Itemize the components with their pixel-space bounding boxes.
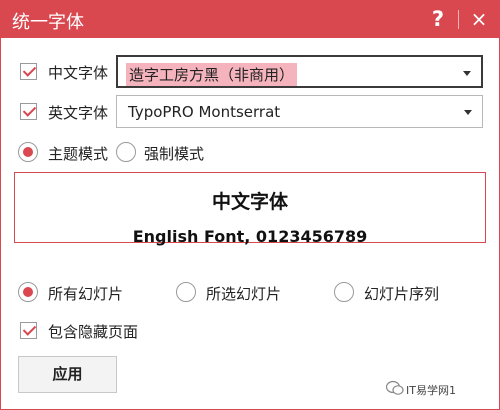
slide-sequence-radio[interactable]	[334, 282, 354, 302]
close-icon[interactable]: ×	[466, 4, 492, 34]
preview-english-text: English Font, 0123456789	[132, 227, 368, 246]
chevron-down-icon	[464, 110, 472, 115]
force-mode-radio[interactable]	[116, 142, 136, 162]
preview-chinese-text: 中文字体	[211, 191, 288, 213]
english-font-select[interactable]: TypoPRO Montserrat	[116, 95, 483, 128]
slide-sequence-label: 幻灯片序列	[364, 285, 440, 303]
all-slides-label: 所有幻灯片	[48, 285, 124, 303]
help-icon[interactable]: ?	[424, 4, 452, 34]
title-bar-divider	[458, 10, 459, 29]
include-hidden-checkbox[interactable]	[20, 322, 37, 339]
font-preview-box: 中文字体 English Font, 0123456789	[14, 172, 486, 246]
english-font-label: 英文字体	[48, 104, 109, 122]
include-hidden-label: 包含隐藏页面	[48, 323, 139, 341]
chinese-font-value: 造字工房方黑（非商用）	[126, 63, 298, 86]
english-font-value: TypoPRO Montserrat	[128, 103, 281, 121]
selected-slides-label: 所选幻灯片	[206, 285, 282, 303]
chinese-font-select[interactable]: 造字工房方黑（非商用）	[116, 55, 483, 88]
force-mode-label: 强制模式	[144, 145, 205, 163]
selected-slides-radio[interactable]	[176, 282, 196, 302]
theme-mode-radio[interactable]	[18, 142, 38, 162]
english-font-checkbox[interactable]	[20, 103, 37, 120]
apply-button[interactable]: 应用	[18, 356, 117, 393]
theme-mode-label: 主题模式	[48, 145, 109, 163]
watermark-text: IT易学网1	[406, 384, 456, 397]
chinese-font-checkbox[interactable]	[20, 63, 37, 80]
window-title: 统一字体	[12, 12, 84, 33]
chinese-font-label: 中文字体	[48, 64, 109, 82]
title-bar: 统一字体 ? ×	[0, 0, 500, 38]
chevron-down-icon	[463, 71, 471, 76]
wechat-icon	[386, 380, 404, 395]
all-slides-radio[interactable]	[18, 282, 38, 302]
